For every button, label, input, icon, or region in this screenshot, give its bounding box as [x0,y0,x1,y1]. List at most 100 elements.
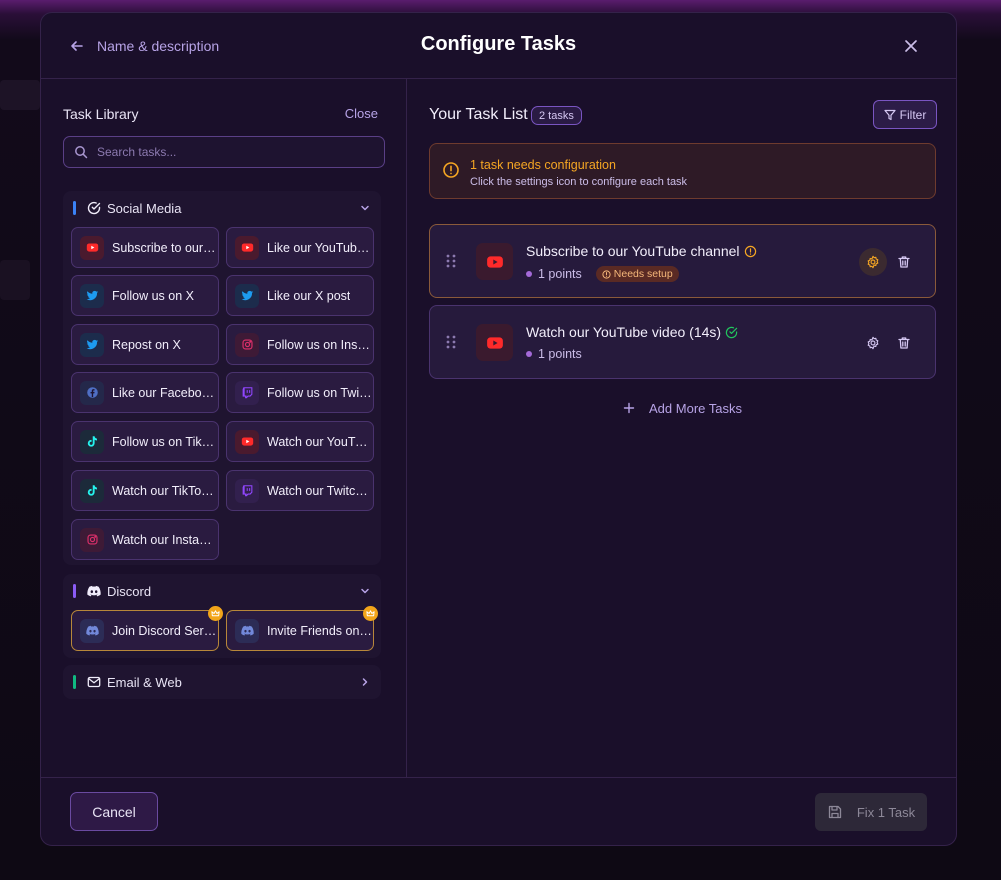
gear-icon [867,255,879,269]
mail-icon [87,676,101,688]
fix-task-button[interactable]: Fix 1 Task [815,793,927,831]
category-label: Email & Web [107,674,182,690]
task-library-panel: Task Library Close Social Media Subscrib… [41,79,407,777]
category-email-web: Email & Web [63,665,381,699]
task-tile-premium[interactable]: Invite Friends on Discord [226,606,378,651]
task-tile[interactable]: Watch our Instagram reel [71,519,219,560]
task-tile-label: Follow us on X [112,288,194,303]
task-list-title: Your Task List [429,106,528,123]
points-dot [526,351,532,357]
task-tile[interactable]: Subscribe to our YouTube channel [71,227,219,268]
task-tile[interactable]: Follow us on Twitch [226,372,374,413]
trash-icon [898,256,910,268]
library-close-button[interactable]: Close [345,106,378,121]
add-more-label: Add More Tasks [649,401,742,416]
delete-button[interactable] [895,334,913,352]
close-icon[interactable] [902,37,920,55]
youtube-icon [80,235,104,260]
chevron-down-icon [361,205,369,211]
delete-button[interactable] [895,253,913,271]
drag-handle-icon[interactable] [445,253,457,269]
task-points: 1 points [538,347,582,361]
category-header-discord[interactable]: Discord [63,574,381,608]
task-tile[interactable]: Watch our YouTube video [226,421,374,462]
settings-button[interactable] [859,248,887,276]
task-tile-label: Follow us on Instagram [267,337,373,352]
task-tile[interactable]: Repost on X [71,324,219,365]
twitter-icon [80,283,104,308]
fix-task-label: Fix 1 Task [856,804,916,820]
task-tile[interactable]: Follow us on TikTok [71,421,219,462]
tiktok-icon [80,478,104,503]
task-card[interactable]: Watch our YouTube video (14s) 1 points [429,305,936,379]
search-icon [75,146,88,159]
category-discord: Discord Join Discord Server Invite Frien… [63,574,381,658]
filter-button[interactable]: Filter [873,100,937,129]
filter-label: Filter [899,107,927,122]
task-tile[interactable]: Watch our Twitch stream [226,470,374,511]
category-label: Discord [107,583,152,599]
task-library-title: Task Library [63,106,139,122]
task-tile[interactable]: Like our YouTube video [226,227,374,268]
category-header-social-media[interactable]: Social Media [63,191,381,225]
alert-circle-icon [443,162,459,178]
task-meta: 1 points Needs setup [526,266,679,282]
points-dot [526,271,532,277]
task-count-badge: 2 tasks [531,106,582,125]
discord-icon [235,618,259,643]
task-name-text: Subscribe to our YouTube channel [526,243,740,259]
drag-handle-icon[interactable] [445,334,457,350]
background-element [0,260,30,300]
task-meta: 1 points [526,347,582,361]
check-circle-icon [87,201,101,215]
search-input[interactable] [97,145,367,159]
task-tile-label: Watch our TikTok video [112,483,218,498]
category-accent-bar [73,201,76,215]
discord-icon [80,618,104,643]
task-tile-label: Join Discord Server [112,623,218,638]
discord-icon [87,585,101,597]
configure-tasks-modal: Name & description Configure Tasks Task … [40,12,957,846]
task-tile-label: Watch our YouTube video [267,434,373,449]
tiktok-icon [80,429,104,454]
chevron-down-icon [361,588,369,594]
youtube-icon [235,429,259,454]
alert-title: 1 task needs configuration [470,158,616,172]
configuration-alert: 1 task needs configuration Click the set… [429,143,936,199]
task-tile-label: Watch our Instagram reel [112,532,218,547]
task-tile[interactable]: Follow us on Instagram [226,324,374,365]
warning-circle-icon [744,245,756,258]
gear-icon [867,336,879,350]
task-tile[interactable]: Like our Facebook page [71,372,219,413]
modal-title: Configure Tasks [420,33,577,55]
task-tile-label: Watch our Twitch stream [267,483,373,498]
category-header-email-web[interactable]: Email & Web [63,665,381,699]
task-card[interactable]: Subscribe to our YouTube channel 1 point… [429,224,936,298]
twitter-icon [235,283,259,308]
chevron-right-icon [362,678,368,686]
task-tile[interactable]: Like our X post [226,275,374,316]
plus-icon [623,402,635,414]
youtube-icon [235,235,259,260]
facebook-icon [80,380,104,405]
trash-icon [898,337,910,349]
task-tile[interactable]: Follow us on X [71,275,219,316]
task-tile-premium[interactable]: Join Discord Server [71,606,223,651]
task-tile-label: Like our X post [267,288,351,303]
alert-subtitle: Click the settings icon to configure eac… [470,176,688,188]
cancel-button[interactable]: Cancel [70,792,158,831]
add-more-tasks-button[interactable]: Add More Tasks [407,401,956,416]
twitch-icon [235,380,259,405]
check-circle-icon [725,326,738,339]
task-tile-label: Subscribe to our YouTube channel [112,240,218,255]
alert-circle-icon [602,269,611,279]
youtube-icon [476,324,513,361]
settings-button[interactable] [859,329,887,357]
crown-icon [208,606,223,621]
task-tile[interactable]: Watch our TikTok video [71,470,219,511]
twitter-icon [80,332,104,357]
category-social-media: Social Media Subscribe to our YouTube ch… [63,191,381,565]
task-tile-label: Like our YouTube video [267,240,373,255]
instagram-icon [235,332,259,357]
filter-icon [884,109,896,120]
